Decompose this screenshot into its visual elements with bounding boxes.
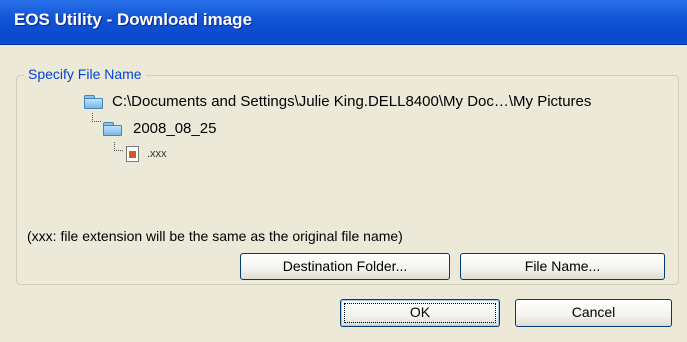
destination-folder-label: Destination Folder... (282, 258, 408, 274)
root-path-label: C:\Documents and Settings\Julie King.DEL… (112, 93, 592, 110)
extension-note: (xxx: file extension will be the same as… (27, 228, 403, 244)
ok-label: OK (409, 304, 431, 320)
ok-button[interactable]: OK (340, 299, 500, 327)
image-file-icon (126, 146, 139, 162)
cancel-label: Cancel (571, 304, 616, 320)
tree-connector (114, 142, 123, 151)
window-title: EOS Utility - Download image (14, 10, 253, 29)
folder-icon (84, 95, 104, 109)
title-bar[interactable]: EOS Utility - Download image (0, 0, 687, 45)
dialog-window: EOS Utility - Download image Specify Fil… (0, 0, 687, 342)
file-name-label: .xxx (147, 148, 167, 160)
file-name-button-label: File Name... (524, 258, 601, 274)
group-legend: Specify File Name (24, 66, 146, 82)
tree-connector (92, 113, 101, 122)
file-name-button[interactable]: File Name... (460, 253, 665, 280)
destination-folder-button[interactable]: Destination Folder... (240, 253, 450, 280)
cancel-button[interactable]: Cancel (515, 299, 672, 327)
folder-icon (103, 122, 123, 136)
subfolder-label: 2008_08_25 (133, 120, 217, 137)
